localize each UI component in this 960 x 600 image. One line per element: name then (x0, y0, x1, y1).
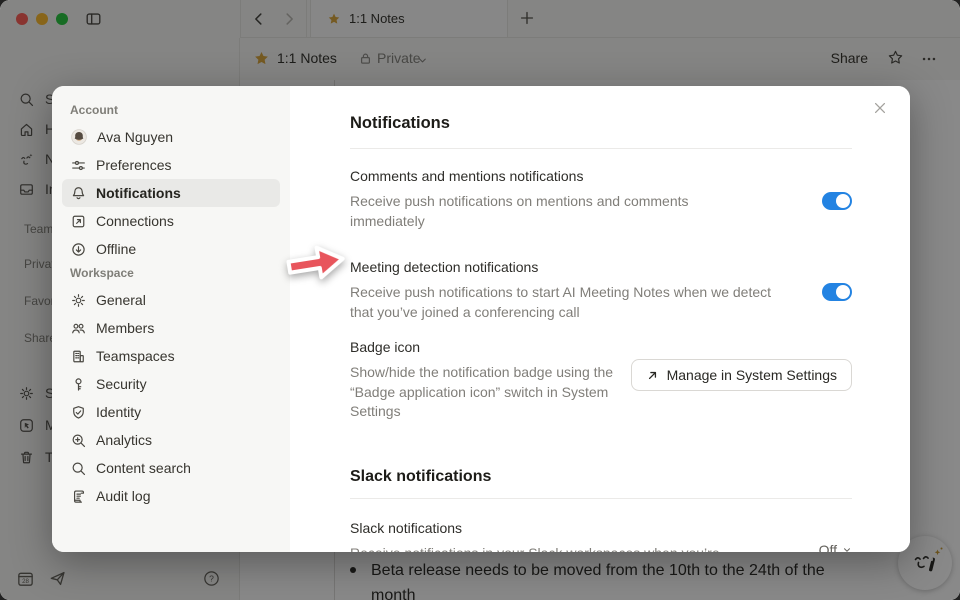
close-icon[interactable] (872, 100, 888, 116)
settings-row-badge-icon: Badge icon Show/hide the notification ba… (350, 337, 852, 422)
people-icon (70, 320, 87, 337)
row-description: Receive push notifications to start AI M… (350, 283, 782, 322)
row-description: Receive notifications in your Slack work… (350, 544, 720, 553)
settings-nav-identity[interactable]: Identity (62, 398, 280, 426)
settings-modal: AccountAva NguyenPreferencesNotification… (52, 86, 910, 552)
bell-icon (70, 185, 87, 202)
settings-sidebar-sections: Account Ava NguyenPreferencesNotification… (62, 103, 280, 510)
divider (350, 148, 852, 149)
row-title: Meeting detection notifications (350, 257, 782, 277)
settings-nav-audit-log[interactable]: Audit log (62, 482, 280, 510)
scroll-icon (70, 488, 87, 505)
row-description: Receive push notifications on mentions a… (350, 192, 718, 231)
settings-row-comments: Comments and mentions notifications Rece… (350, 166, 852, 231)
settings-nav-security[interactable]: Security (62, 370, 280, 398)
app-window: 1:1 Notes ACME Acme Labs 1:1 Notes (0, 0, 960, 600)
settings-nav-general[interactable]: General (62, 286, 280, 314)
settings-sidebar: Account Ava NguyenPreferencesNotification… (52, 86, 290, 552)
row-title: Badge icon (350, 337, 622, 357)
arrow-up-right-square-icon (70, 213, 87, 230)
arrow-down-circle-icon (70, 241, 87, 258)
magnifier-plus-icon (70, 432, 87, 449)
settings-nav-connections[interactable]: Connections (62, 207, 280, 235)
divider (350, 498, 852, 499)
manage-in-system-settings-button[interactable]: Manage in System Settings (631, 359, 852, 391)
settings-nav-analytics[interactable]: Analytics (62, 426, 280, 454)
search-icon (70, 460, 87, 477)
settings-row-slack: Slack notifications Receive notification… (350, 518, 852, 553)
gear-icon (70, 292, 87, 309)
settings-section-label: Workspace (70, 266, 272, 280)
chevron-down-icon (842, 545, 852, 553)
key-icon (70, 376, 87, 393)
meeting-detection-toggle[interactable] (822, 283, 852, 301)
comments-notifications-toggle[interactable] (822, 192, 852, 210)
settings-row-meeting-detection: Meeting detection notifications Receive … (350, 257, 852, 322)
slack-section-heading: Slack notifications (350, 466, 852, 487)
sliders-icon (70, 157, 87, 174)
settings-nav-preferences[interactable]: Preferences (62, 151, 280, 179)
slack-notifications-dropdown[interactable]: Off (819, 542, 852, 553)
settings-nav-members[interactable]: Members (62, 314, 280, 342)
shield-check-icon (70, 404, 87, 421)
settings-section-label: Account (70, 103, 272, 117)
row-description: Show/hide the notification badge using t… (350, 363, 622, 422)
settings-nav-teamspaces[interactable]: Teamspaces (62, 342, 280, 370)
avatar-icon (70, 128, 88, 146)
settings-nav-ava-nguyen[interactable]: Ava Nguyen (62, 123, 280, 151)
settings-nav-offline[interactable]: Offline (62, 235, 280, 263)
arrow-up-right-icon (646, 369, 659, 382)
row-title: Comments and mentions notifications (350, 166, 718, 186)
settings-panel: Notifications Comments and mentions noti… (290, 86, 910, 552)
settings-nav-content-search[interactable]: Content search (62, 454, 280, 482)
building-icon (70, 348, 87, 365)
panel-title: Notifications (350, 112, 852, 134)
settings-nav-notifications[interactable]: Notifications (62, 179, 280, 207)
row-title: Slack notifications (350, 518, 720, 538)
